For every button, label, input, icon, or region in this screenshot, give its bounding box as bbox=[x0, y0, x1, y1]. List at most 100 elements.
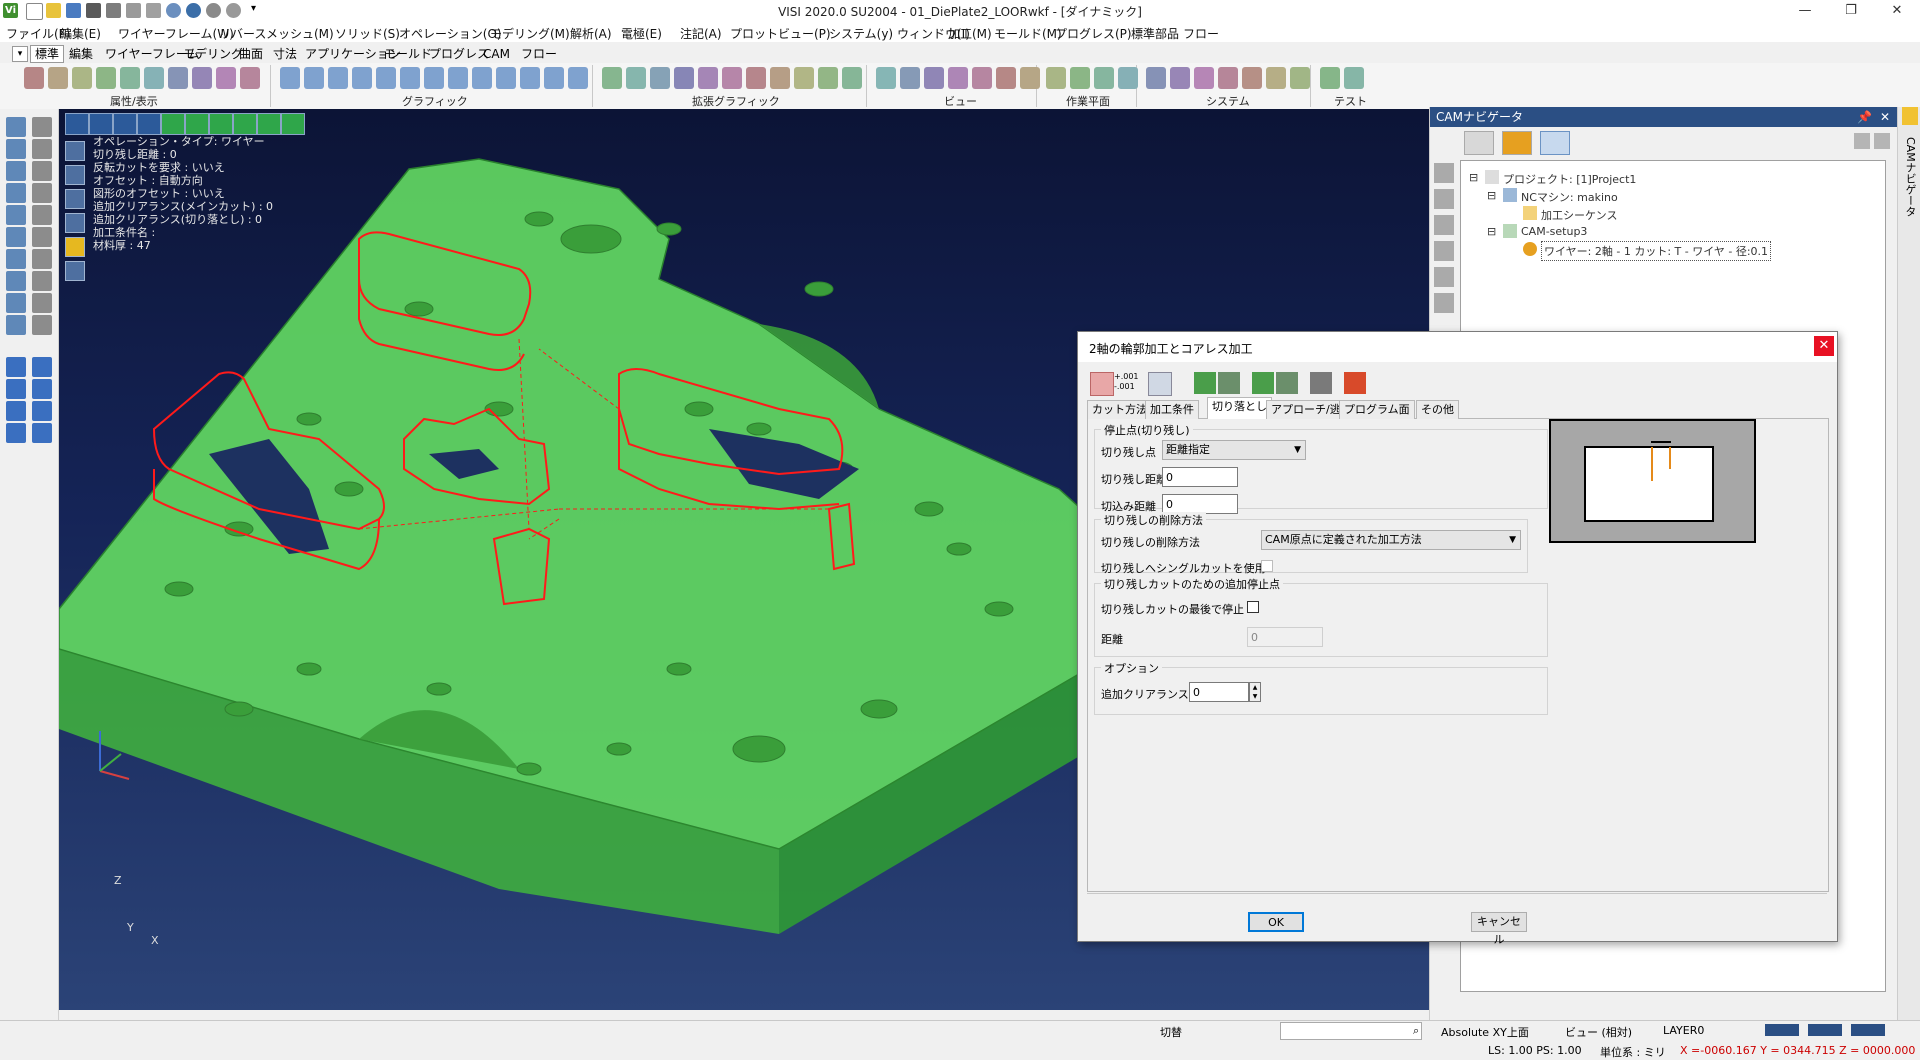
ribbon-tool-icon[interactable] bbox=[120, 67, 140, 89]
left-tool-icon[interactable] bbox=[32, 227, 52, 247]
left-tool-icon[interactable] bbox=[6, 401, 26, 421]
plunge-distance-input[interactable]: 0 bbox=[1162, 494, 1238, 514]
ribbon-tool-icon[interactable] bbox=[168, 67, 188, 89]
ribbon-tool-icon[interactable] bbox=[72, 67, 92, 89]
ribbon-tool-icon[interactable] bbox=[496, 67, 516, 89]
path-order-icon[interactable] bbox=[1276, 372, 1298, 394]
dialog-tab[interactable]: 加工条件 bbox=[1145, 400, 1199, 419]
menu-item[interactable]: システム(y) bbox=[829, 25, 893, 42]
cube-view-icon[interactable] bbox=[257, 113, 281, 135]
status-view-icon[interactable] bbox=[1851, 1024, 1885, 1036]
stop-point-select[interactable]: 距離指定 ▼ bbox=[1162, 440, 1306, 460]
path-green-icon[interactable] bbox=[1194, 372, 1216, 394]
left-tool-icon[interactable] bbox=[32, 357, 52, 377]
wire-cylinder-icon[interactable] bbox=[65, 237, 85, 257]
menu-item[interactable]: フロー bbox=[1183, 25, 1219, 42]
tree-operation[interactable]: ワイヤー: 2軸 - 1 カット: T - ワイヤ - 径:0.1 bbox=[1541, 241, 1772, 261]
single-cut-checkbox[interactable] bbox=[1261, 560, 1273, 572]
status-mode[interactable]: 切替 bbox=[1160, 1024, 1182, 1040]
ribbon-tab[interactable]: 曲面 bbox=[234, 45, 268, 63]
left-tool-icon[interactable] bbox=[6, 117, 26, 137]
nav-side-icon[interactable] bbox=[1434, 215, 1454, 235]
menu-item[interactable]: 編集(E) bbox=[60, 25, 101, 42]
ribbon-tool-icon[interactable] bbox=[1170, 67, 1190, 89]
ribbon-tool-icon[interactable] bbox=[1070, 67, 1090, 89]
tolerance-icon[interactable]: +.001 -.001 bbox=[1114, 372, 1140, 394]
ribbon-tool-icon[interactable] bbox=[650, 67, 670, 89]
left-tool-icon[interactable] bbox=[32, 161, 52, 181]
ribbon-tool-icon[interactable] bbox=[1194, 67, 1214, 89]
dialog-tab[interactable]: カット方法 bbox=[1087, 400, 1152, 419]
ribbon-tool-icon[interactable] bbox=[1146, 67, 1166, 89]
ribbon-tool-icon[interactable] bbox=[352, 67, 372, 89]
left-tool-icon[interactable] bbox=[32, 423, 52, 443]
nav-tab-path-icon[interactable] bbox=[1540, 131, 1570, 155]
ribbon-tool-icon[interactable] bbox=[626, 67, 646, 89]
left-tool-icon[interactable] bbox=[32, 249, 52, 269]
ribbon-tool-icon[interactable] bbox=[24, 67, 44, 89]
ribbon-tool-icon[interactable] bbox=[1320, 67, 1340, 89]
status-view-icon[interactable] bbox=[1808, 1024, 1842, 1036]
ribbon-tool-icon[interactable] bbox=[1094, 67, 1114, 89]
ribbon-tool-icon[interactable] bbox=[48, 67, 68, 89]
nav-side-icon[interactable] bbox=[1434, 293, 1454, 313]
menu-item[interactable]: 解析(A) bbox=[570, 25, 612, 42]
menu-item[interactable]: プロットビュー(P) bbox=[730, 25, 831, 42]
ok-button[interactable]: OK bbox=[1248, 912, 1304, 932]
minimize-button[interactable]: — bbox=[1782, 0, 1828, 22]
ribbon-tool-icon[interactable] bbox=[376, 67, 396, 89]
ribbon-tool-icon[interactable] bbox=[1242, 67, 1262, 89]
ribbon-tool-icon[interactable] bbox=[900, 67, 920, 89]
left-tool-icon[interactable] bbox=[6, 315, 26, 335]
vp-tool-icon[interactable] bbox=[89, 113, 113, 135]
ribbon-tool-icon[interactable] bbox=[328, 67, 348, 89]
cube-view-icon[interactable] bbox=[185, 113, 209, 135]
nav-side-icon[interactable] bbox=[1434, 241, 1454, 261]
menu-item[interactable]: 標準部品 bbox=[1131, 25, 1179, 42]
grid-icon[interactable] bbox=[1148, 372, 1172, 396]
tree-collapse-icon[interactable]: ⊟ bbox=[1487, 189, 1496, 202]
cube-view-icon[interactable] bbox=[233, 113, 257, 135]
menu-item[interactable]: 電極(E) bbox=[621, 25, 662, 42]
simulate-icon[interactable] bbox=[1344, 372, 1366, 394]
left-tool-icon[interactable] bbox=[6, 271, 26, 291]
ribbon-tab[interactable]: CAM bbox=[478, 45, 515, 63]
ribbon-tab[interactable]: 寸法 bbox=[268, 45, 302, 63]
tree-collapse-icon[interactable]: ⊟ bbox=[1469, 171, 1478, 184]
menu-item[interactable]: モデリング(M) bbox=[490, 25, 570, 42]
ribbon-tool-icon[interactable] bbox=[280, 67, 300, 89]
clearance-input[interactable]: 0 bbox=[1189, 682, 1249, 702]
nav-tab-tool-icon[interactable] bbox=[1464, 131, 1494, 155]
left-tool-icon[interactable] bbox=[32, 379, 52, 399]
left-tool-icon[interactable] bbox=[32, 205, 52, 225]
left-tool-icon[interactable] bbox=[6, 249, 26, 269]
nav-side-icon[interactable] bbox=[1434, 189, 1454, 209]
stop-at-end-checkbox[interactable] bbox=[1247, 601, 1259, 613]
ribbon-tool-icon[interactable] bbox=[770, 67, 790, 89]
ribbon-tool-icon[interactable] bbox=[996, 67, 1016, 89]
ribbon-tool-icon[interactable] bbox=[602, 67, 622, 89]
path-swap-icon[interactable] bbox=[1218, 372, 1240, 394]
tree-project[interactable]: プロジェクト: [1]Project1 bbox=[1503, 171, 1636, 187]
ribbon-tab[interactable]: フロー bbox=[516, 45, 562, 63]
tree-setup[interactable]: CAM-setup3 bbox=[1521, 225, 1587, 238]
left-tool-icon[interactable] bbox=[32, 293, 52, 313]
ribbon-tool-icon[interactable] bbox=[424, 67, 444, 89]
ribbon-tool-icon[interactable] bbox=[568, 67, 588, 89]
status-search-input[interactable] bbox=[1280, 1022, 1422, 1040]
redo-nav-icon[interactable] bbox=[1874, 133, 1890, 149]
status-plane[interactable]: Absolute XY上面 bbox=[1441, 1024, 1529, 1040]
left-tool-icon[interactable] bbox=[6, 423, 26, 443]
status-layer[interactable]: LAYER0 bbox=[1663, 1024, 1704, 1037]
ribbon-tool-icon[interactable] bbox=[1344, 67, 1364, 89]
restore-button[interactable]: ❐ bbox=[1828, 0, 1874, 22]
ribbon-tool-icon[interactable] bbox=[674, 67, 694, 89]
left-tool-icon[interactable] bbox=[6, 161, 26, 181]
search-icon[interactable]: ⌕ bbox=[1413, 1024, 1419, 1038]
close-button[interactable]: ✕ bbox=[1874, 0, 1920, 22]
ribbon-tool-icon[interactable] bbox=[1290, 67, 1310, 89]
wire-cylinder-icon[interactable] bbox=[65, 165, 85, 185]
dialog-close-button[interactable]: ✕ bbox=[1814, 336, 1834, 356]
ribbon-tool-icon[interactable] bbox=[544, 67, 564, 89]
undo-nav-icon[interactable] bbox=[1854, 133, 1870, 149]
